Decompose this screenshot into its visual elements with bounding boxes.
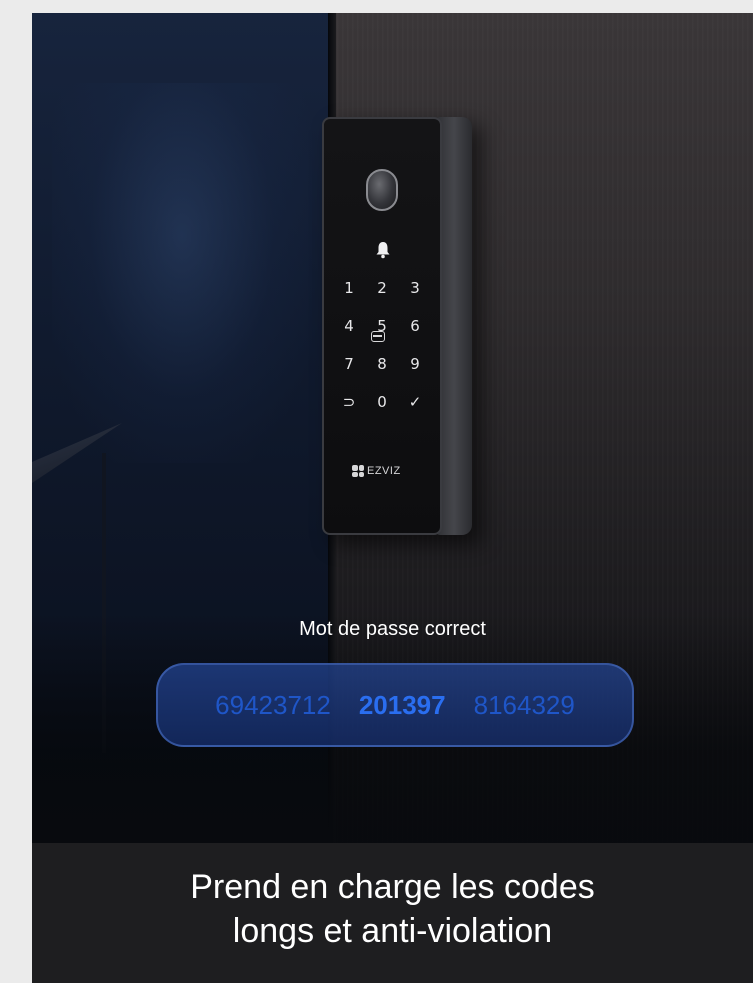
key-2[interactable]: 2: [367, 279, 397, 297]
key-8[interactable]: 8: [367, 355, 397, 373]
brand-logo: EZVIZ: [352, 465, 401, 477]
fingerprint-sensor-icon: [366, 169, 398, 211]
code-strip: 69423712 201397 8164329: [156, 663, 634, 747]
key-1[interactable]: 1: [334, 279, 364, 297]
caption-line-2: longs et anti-violation: [232, 912, 553, 950]
card-icon: [371, 331, 385, 342]
keypad-row: 1 2 3: [334, 269, 430, 307]
caption-text: Prend en charge les codes longs et anti-…: [32, 865, 753, 953]
keypad-row: 7 8 9: [334, 345, 430, 383]
key-confirm[interactable]: ✓: [400, 393, 430, 411]
key-6[interactable]: 6: [400, 317, 430, 335]
keypad-grid: 1 2 3 4 5 6 7 8 9 ⊃ 0 ✓: [334, 269, 430, 421]
code-suffix: 8164329: [473, 689, 575, 720]
caption-line-1: Prend en charge les codes: [190, 868, 595, 906]
key-7[interactable]: 7: [334, 355, 364, 373]
smart-lock-keypad: 1 2 3 4 5 6 7 8 9 ⊃ 0 ✓ EZVIZ: [322, 117, 442, 535]
code-active: 201397: [358, 689, 446, 720]
brand-name: EZVIZ: [367, 465, 401, 477]
bell-icon: [376, 242, 390, 259]
key-4[interactable]: 4: [334, 317, 364, 335]
key-0[interactable]: 0: [367, 393, 397, 411]
keypad-row: ⊃ 0 ✓: [334, 383, 430, 421]
promo-image: 1 2 3 4 5 6 7 8 9 ⊃ 0 ✓ EZVIZ Mot de pas…: [32, 13, 753, 983]
key-back[interactable]: ⊃: [334, 393, 364, 411]
status-label: Mot de passe correct: [299, 618, 486, 640]
key-9[interactable]: 9: [400, 355, 430, 373]
code-prefix: 69423712: [215, 689, 331, 720]
key-3[interactable]: 3: [400, 279, 430, 297]
brand-mark-icon: [352, 465, 364, 477]
window-glow: [52, 83, 312, 463]
